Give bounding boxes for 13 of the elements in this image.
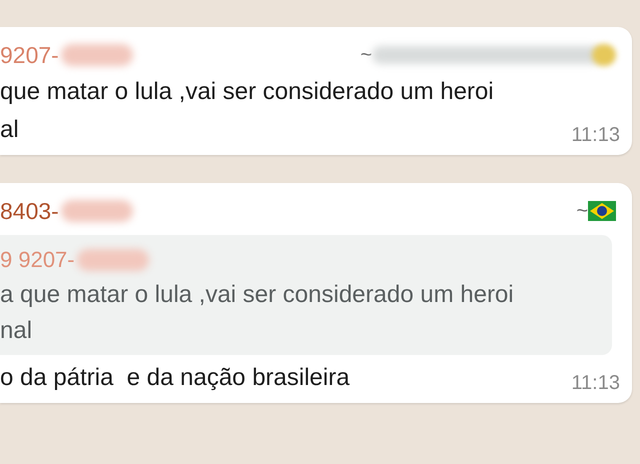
quoted-sender-number: 9 9207-: [0, 247, 75, 273]
quoted-text-line: nal: [0, 316, 34, 346]
message-text-line: o da pátria e da nação brasileira: [0, 363, 351, 393]
message-time: 11:13: [571, 372, 620, 395]
quoted-text-line: a que matar o lula ,vai ser considerado um heroi: [0, 280, 515, 310]
quoted-message[interactable]: 9 9207- a que matar o lula ,vai ser considerado um heroi nal: [0, 235, 612, 355]
tilde-mark: ~: [360, 44, 372, 66]
sender-number: 8403-: [0, 198, 59, 224]
message-text-line: que matar o lula ,vai ser considerado um heroi: [0, 77, 495, 107]
tilde-mark: ~: [576, 200, 588, 222]
message-text-line: al: [0, 115, 20, 145]
message-time: 11:13: [571, 124, 620, 147]
sender-number: 9207-: [0, 42, 59, 68]
